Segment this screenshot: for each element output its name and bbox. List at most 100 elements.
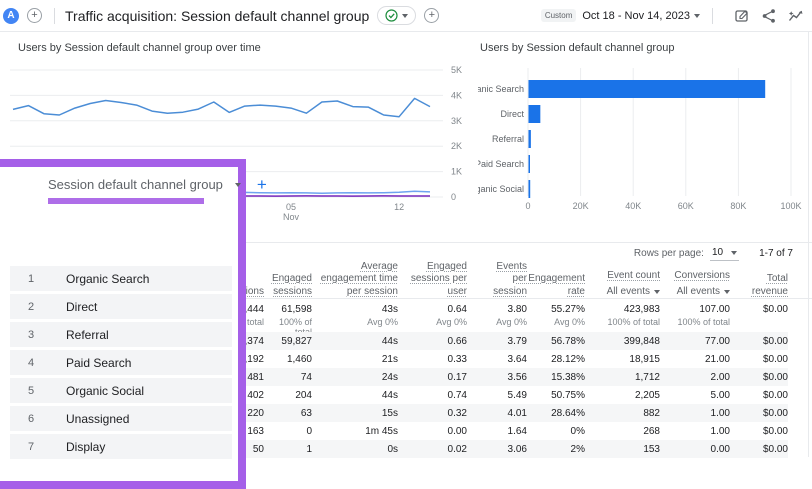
bar bbox=[529, 180, 531, 198]
add-comparison-button[interactable]: + bbox=[27, 8, 42, 23]
line-chart-title: Users by Session default channel group o… bbox=[18, 42, 261, 54]
table-cell: 153 bbox=[585, 440, 660, 458]
totals-value: 3.80 bbox=[467, 304, 527, 315]
column-header-label: Engaged sessions per user bbox=[398, 261, 467, 299]
channel-list-item[interactable]: 4Paid Search bbox=[10, 350, 232, 375]
column-header[interactable]: Engagement rate bbox=[527, 256, 585, 298]
column-header[interactable]: Total revenue bbox=[730, 256, 788, 298]
column-header-label: Engaged sessions bbox=[264, 273, 312, 298]
column-header[interactable]: Engaged sessions bbox=[264, 256, 312, 298]
table-cell: 21.00 bbox=[660, 350, 730, 368]
column-header-label: Events per session bbox=[485, 261, 527, 299]
channel-list-item[interactable]: 7 Display bbox=[10, 434, 232, 459]
column-metric-filter[interactable]: All events bbox=[607, 286, 660, 299]
date-range[interactable]: Oct 18 - Nov 14, 2023 bbox=[582, 10, 690, 22]
x-axis-tick: 12 bbox=[394, 202, 404, 212]
y-axis-tick: 1K bbox=[451, 167, 462, 177]
chevron-down-icon bbox=[731, 251, 737, 255]
insights-icon[interactable] bbox=[788, 8, 804, 24]
channel-name: Organic Search bbox=[66, 272, 149, 286]
bar-label: Organic Search bbox=[478, 84, 524, 94]
table-cell: 5.00 bbox=[660, 386, 730, 404]
table-cell: 21s bbox=[312, 350, 398, 368]
x-axis-tick: 05 bbox=[286, 202, 296, 212]
totals-subvalue: Avg 0% bbox=[467, 317, 527, 327]
dimension-dropdown[interactable]: Session default channel group + bbox=[48, 177, 267, 192]
table-cell: 28.12% bbox=[527, 350, 585, 368]
totals-subvalue: 100% of total bbox=[585, 317, 660, 327]
table-cell: 4.01 bbox=[467, 404, 527, 422]
row-index: 2 bbox=[28, 301, 52, 313]
table-cell: 0.00 bbox=[398, 422, 467, 440]
table-cell: 2,205 bbox=[585, 386, 660, 404]
column-header[interactable]: ConversionsAll events bbox=[660, 256, 730, 298]
edit-comparison-icon[interactable] bbox=[734, 8, 750, 24]
table-cell: 1.64 bbox=[467, 422, 527, 440]
divider bbox=[712, 8, 713, 24]
page-title: Traffic acquisition: Session default cha… bbox=[65, 8, 369, 24]
column-header[interactable]: Average engagement time per session bbox=[312, 256, 398, 298]
report-saved-badge[interactable] bbox=[377, 6, 416, 25]
channel-list-item[interactable]: 1 Organic Search bbox=[10, 266, 232, 291]
x-axis-tick: 20K bbox=[573, 201, 589, 211]
column-header[interactable]: Engaged sessions per user bbox=[398, 256, 467, 298]
totals-subvalue: Avg 0% bbox=[312, 317, 398, 327]
table-cell: 0.74 bbox=[398, 386, 467, 404]
divider bbox=[54, 8, 55, 24]
channel-list-item[interactable]: 5Organic Social bbox=[10, 378, 232, 403]
table-cell: 3.79 bbox=[467, 332, 527, 350]
line-series bbox=[13, 98, 430, 116]
table-cell: $0.00 bbox=[730, 440, 788, 458]
channel-list-item[interactable]: 3Referral bbox=[10, 322, 232, 347]
date-preset-chip: Custom bbox=[541, 9, 577, 22]
totals-subvalue: Avg 0% bbox=[527, 317, 585, 327]
channel-list-item[interactable]: 6 Unassigned bbox=[10, 406, 232, 431]
table-cell: 44s bbox=[312, 332, 398, 350]
row-index: 3 bbox=[28, 329, 52, 341]
dimension-dropdown-label: Session default channel group bbox=[48, 177, 223, 192]
table-cell: 56.78% bbox=[527, 332, 585, 350]
x-axis-tick: 60K bbox=[678, 201, 694, 211]
table-cell: 1.00 bbox=[660, 422, 730, 440]
column-header[interactable]: Events per session bbox=[467, 256, 527, 298]
table-cell: 204 bbox=[264, 386, 312, 404]
table-cell: 0.32 bbox=[398, 404, 467, 422]
add-dimension-button[interactable]: + bbox=[257, 178, 267, 192]
column-header-label: Total revenue bbox=[730, 273, 788, 298]
row-index: 7 bbox=[28, 441, 52, 453]
row-index: 6 bbox=[28, 413, 52, 425]
tour-highlight-box: Session default channel group + 1Organic… bbox=[0, 159, 246, 489]
row-index: 5 bbox=[28, 385, 52, 397]
share-icon[interactable] bbox=[761, 8, 777, 24]
table-cell: 5.49 bbox=[467, 386, 527, 404]
top-bar: A + Traffic acquisition: Session default… bbox=[0, 0, 812, 32]
table-cell: 3.56 bbox=[467, 368, 527, 386]
add-report-button[interactable]: + bbox=[424, 8, 439, 23]
bar bbox=[529, 130, 531, 148]
row-index: 1 bbox=[28, 273, 52, 285]
y-axis-tick: 3K bbox=[451, 116, 462, 126]
table-cell: 0.17 bbox=[398, 368, 467, 386]
table-cell: $0.00 bbox=[730, 350, 788, 368]
column-metric-filter[interactable]: All events bbox=[677, 286, 730, 299]
table-cell: $0.00 bbox=[730, 368, 788, 386]
totals-value: 55.27% bbox=[527, 304, 585, 315]
table-cell: 1,460 bbox=[264, 350, 312, 368]
table-cell: $0.00 bbox=[730, 386, 788, 404]
totals-subvalue: Avg 0% bbox=[398, 317, 467, 327]
totals-value: 423,983 bbox=[585, 304, 660, 315]
x-axis-tick: 100K bbox=[780, 201, 801, 211]
table-cell: $0.00 bbox=[730, 422, 788, 440]
table-cell: 50.75% bbox=[527, 386, 585, 404]
top-bar-actions: Custom Oct 18 - Nov 14, 2023 bbox=[541, 8, 812, 24]
channel-name: Unassigned bbox=[66, 412, 129, 426]
channel-list-item[interactable]: 2Direct bbox=[10, 294, 232, 319]
channel-name: Display bbox=[66, 440, 105, 454]
table-cell: 3.64 bbox=[467, 350, 527, 368]
avatar[interactable]: A bbox=[3, 8, 19, 24]
tour-marker-underline bbox=[48, 198, 204, 204]
table-cell: 44s bbox=[312, 386, 398, 404]
bar bbox=[529, 80, 766, 98]
table-cell: 24s bbox=[312, 368, 398, 386]
column-header[interactable]: Event countAll events bbox=[585, 256, 660, 298]
